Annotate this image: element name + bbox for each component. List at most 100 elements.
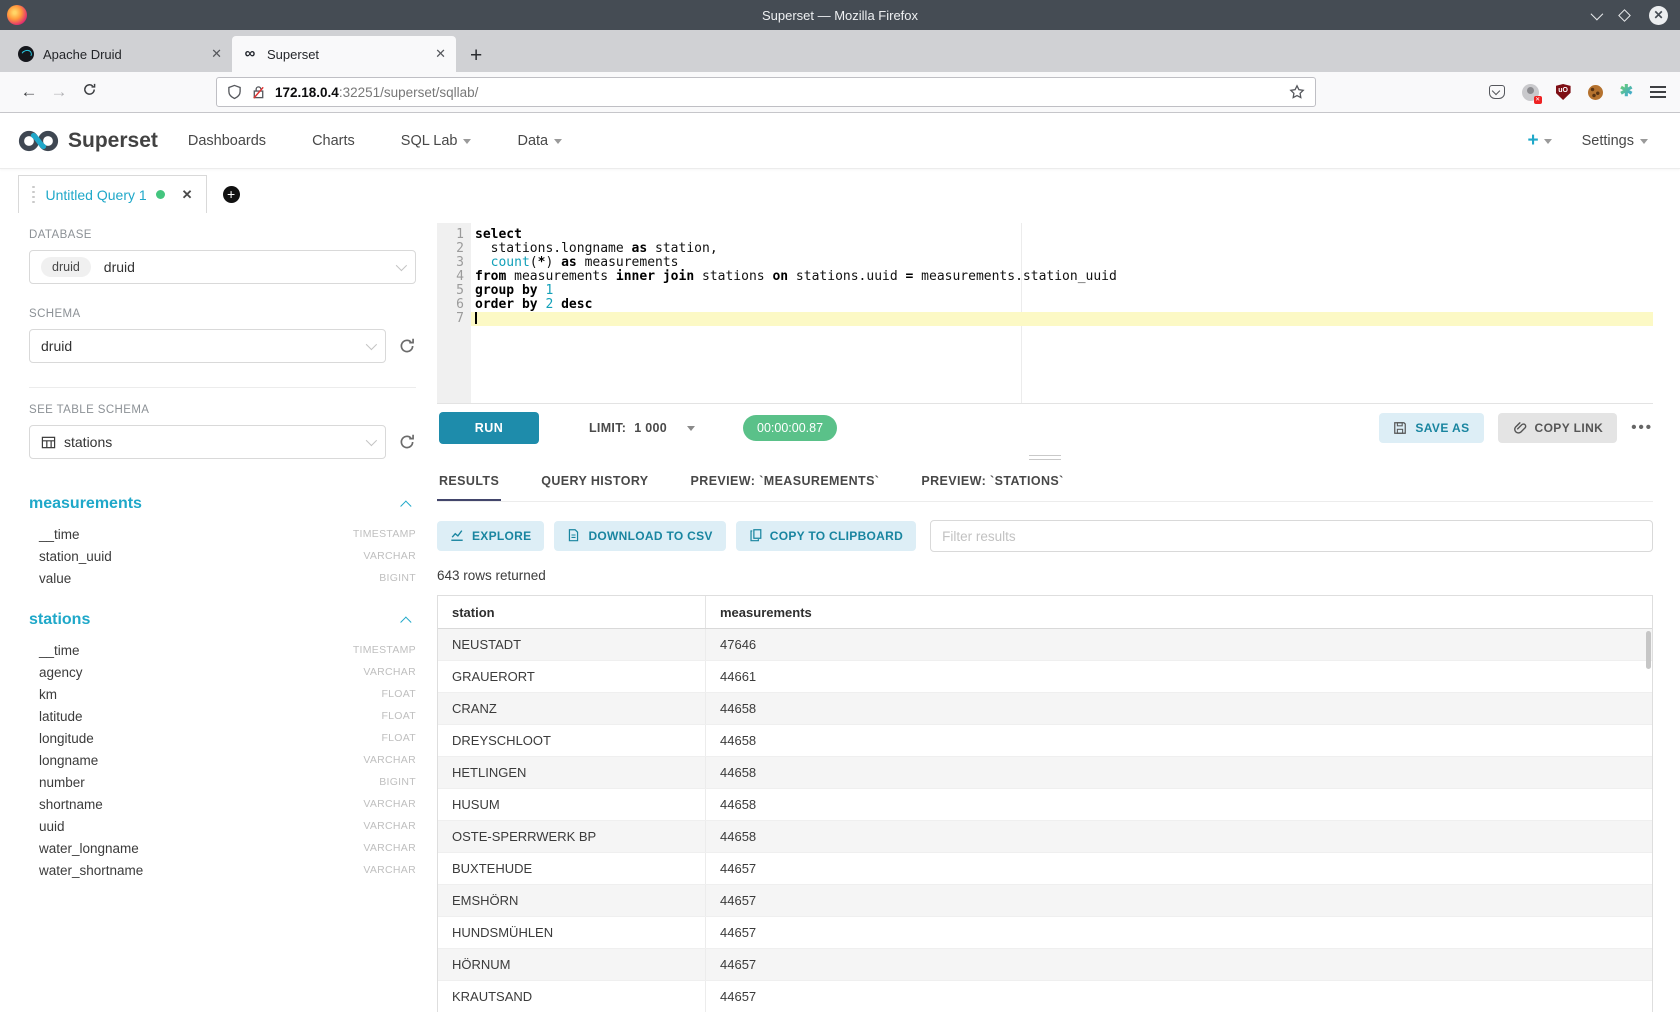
- column-name: longname: [39, 753, 98, 768]
- browser-tab-apache-druid[interactable]: Apache Druid ✕: [8, 36, 232, 72]
- table-row: HÖRNUM44657: [438, 949, 1652, 981]
- query-tab-close-icon[interactable]: ✕: [182, 187, 193, 203]
- filter-results-input[interactable]: [930, 520, 1653, 552]
- refresh-schema-button[interactable]: [398, 337, 416, 355]
- shield-icon[interactable]: [227, 84, 242, 100]
- save-as-button[interactable]: SAVE AS: [1379, 413, 1483, 443]
- run-button[interactable]: RUN: [439, 412, 539, 444]
- column-type: FLOAT: [381, 688, 416, 700]
- tab-close-icon[interactable]: ✕: [435, 46, 446, 62]
- download-to-csv-button[interactable]: DOWNLOAD TO CSV: [554, 521, 725, 551]
- results-tab-preview-stations[interactable]: PREVIEW: `STATIONS`: [919, 464, 1065, 501]
- column-name: uuid: [39, 819, 65, 834]
- schema-table-name: stations: [29, 611, 90, 629]
- more-actions-button[interactable]: •••: [1631, 419, 1653, 436]
- column-header-station[interactable]: station: [438, 596, 706, 628]
- nav-item-charts[interactable]: Charts: [312, 133, 355, 149]
- database-value: druid: [104, 259, 135, 275]
- explore-button[interactable]: EXPLORE: [437, 521, 544, 551]
- column-name: water_shortname: [39, 863, 143, 878]
- ublock-shield-icon[interactable]: uO: [1556, 84, 1571, 100]
- cell-station: DREYSCHLOOT: [438, 725, 706, 756]
- cell-measurements: 44658: [706, 829, 1652, 844]
- add-new-menu[interactable]: +: [1527, 130, 1551, 152]
- window-maximize-icon[interactable]: [1618, 9, 1631, 22]
- link-icon: [1512, 420, 1527, 435]
- menu-hamburger-icon[interactable]: [1650, 86, 1666, 97]
- query-tab-untitled-query-1[interactable]: Untitled Query 1 ✕: [18, 175, 207, 213]
- code-token: select: [475, 227, 522, 242]
- cell-measurements: 44658: [706, 733, 1652, 748]
- results-tab-query-history[interactable]: QUERY HISTORY: [539, 464, 650, 501]
- database-select[interactable]: druid druid: [29, 250, 416, 284]
- column-type: VARCHAR: [363, 666, 416, 678]
- schema-column-row: water_longnameVARCHAR: [29, 837, 416, 859]
- schema-select[interactable]: druid: [29, 329, 386, 363]
- nav-item-data[interactable]: Data: [517, 133, 562, 149]
- column-type: TIMESTAMP: [353, 644, 416, 656]
- refresh-tables-button[interactable]: [398, 433, 416, 451]
- cell-measurements: 44661: [706, 669, 1652, 684]
- chevron-up-icon: [400, 616, 411, 627]
- extension-profile-icon[interactable]: [1522, 84, 1539, 101]
- superset-navbar: Superset Dashboards Charts SQL Lab Data + S…: [0, 113, 1680, 169]
- browser-tab-superset[interactable]: ∞ Superset ✕: [232, 36, 456, 72]
- bookmark-star-icon[interactable]: [1289, 84, 1305, 100]
- schema-column-row: station_uuidVARCHAR: [29, 545, 416, 567]
- editor-code[interactable]: select stations.longname as station, cou…: [471, 223, 1653, 403]
- superset-favicon-icon: ∞: [242, 46, 258, 62]
- table-row: HETLINGEN44658: [438, 757, 1652, 789]
- browser-tabstrip: Apache Druid ✕ ∞ Superset ✕ +: [0, 30, 1680, 72]
- window-title: Superset — Mozilla Firefox: [0, 8, 1680, 23]
- limit-value: 1 000: [634, 421, 667, 435]
- asterisk-extension-icon[interactable]: ✱: [1620, 84, 1633, 100]
- code-token: desc: [561, 297, 592, 312]
- drag-handle-icon[interactable]: [32, 186, 35, 204]
- refresh-icon: [398, 337, 416, 355]
- sql-editor[interactable]: 1234567 select stations.longname as stat…: [437, 223, 1653, 403]
- pocket-icon[interactable]: [1489, 85, 1505, 99]
- window-minimize-icon[interactable]: [1591, 7, 1604, 20]
- pane-splitter-handle[interactable]: [437, 451, 1653, 464]
- rows-returned-text: 643 rows returned: [437, 568, 1653, 586]
- new-query-tab-button[interactable]: +: [223, 186, 240, 203]
- reload-button[interactable]: [74, 82, 104, 102]
- url-bar[interactable]: 172.18.0.4:32251/superset/sqllab/: [216, 77, 1316, 107]
- results-tab-results[interactable]: RESULTS: [437, 464, 501, 501]
- chevron-up-icon: [400, 500, 411, 511]
- insecure-lock-icon[interactable]: [251, 84, 266, 100]
- table-scrollbar-thumb[interactable]: [1646, 631, 1651, 669]
- nav-item-sql-lab[interactable]: SQL Lab: [401, 133, 472, 149]
- divider: [29, 387, 416, 388]
- new-tab-button[interactable]: +: [470, 46, 482, 66]
- schema-column-row: longnameVARCHAR: [29, 749, 416, 771]
- forward-button[interactable]: →: [44, 82, 74, 102]
- cookie-extension-icon[interactable]: [1588, 85, 1603, 100]
- code-token: measurements: [577, 255, 679, 270]
- table-row: BUXTEHUDE44657: [438, 853, 1652, 885]
- table-select[interactable]: stations: [29, 425, 386, 459]
- see-table-schema-label: SEE TABLE SCHEMA: [29, 404, 416, 416]
- tab-close-icon[interactable]: ✕: [211, 46, 222, 62]
- nav-item-label: Data: [517, 133, 548, 149]
- schema-column-row: water_shortnameVARCHAR: [29, 859, 416, 881]
- copy-link-button[interactable]: COPY LINK: [1498, 413, 1618, 443]
- cell-station: BUXTEHUDE: [438, 853, 706, 884]
- limit-dropdown[interactable]: LIMIT: 1 000: [589, 421, 695, 435]
- cell-station: GRAUERORT: [438, 661, 706, 692]
- column-header-measurements[interactable]: measurements: [706, 605, 1652, 620]
- schema-table-header-stations[interactable]: stations: [29, 611, 416, 629]
- results-tab-preview-measurements[interactable]: PREVIEW: `MEASUREMENTS`: [689, 464, 882, 501]
- code-token: [475, 255, 491, 270]
- settings-menu[interactable]: Settings: [1582, 133, 1648, 149]
- nav-item-dashboards[interactable]: Dashboards: [188, 133, 266, 149]
- nav-item-label: Charts: [312, 133, 355, 149]
- brand-name: Superset: [68, 129, 158, 153]
- schema-table-header-measurements[interactable]: measurements: [29, 495, 416, 513]
- window-close-icon[interactable]: ✕: [1649, 6, 1668, 25]
- back-button[interactable]: ←: [14, 82, 44, 102]
- superset-brand-link[interactable]: Superset: [18, 128, 158, 154]
- column-name: shortname: [39, 797, 103, 812]
- chevron-down-icon: [396, 260, 407, 271]
- copy-to-clipboard-button[interactable]: COPY TO CLIPBOARD: [736, 521, 916, 551]
